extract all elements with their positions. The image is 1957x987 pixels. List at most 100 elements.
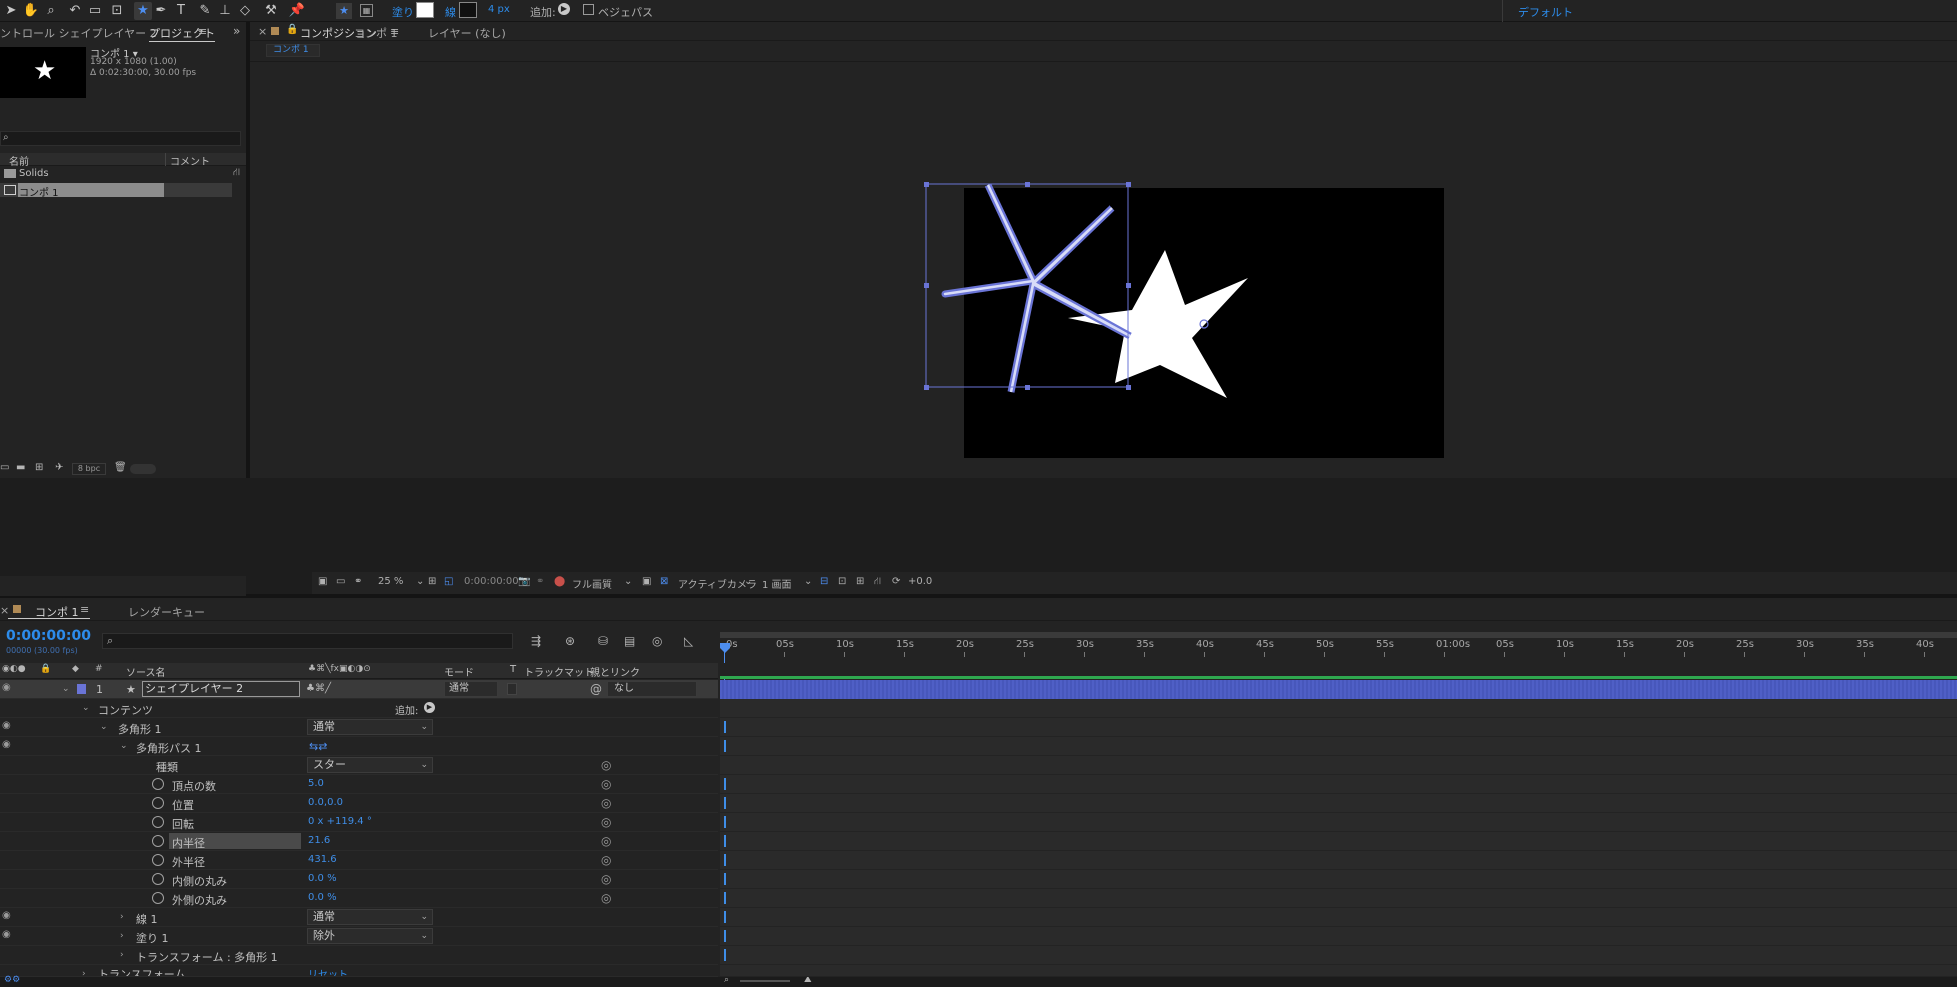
- layer-switches-icon[interactable]: ♣⌘╱: [306, 683, 331, 694]
- project-settings-icon[interactable]: ✈: [55, 462, 63, 473]
- rotation-value[interactable]: 0 x +119.4 °: [308, 816, 372, 827]
- property-track[interactable]: [720, 965, 1957, 977]
- transform-row[interactable]: › トランスフォーム リセット: [0, 965, 718, 977]
- rounded-rect-icon[interactable]: ▦: [360, 4, 373, 17]
- polygon-group-row[interactable]: ◉ ⌄ 多角形 1 通常 ⌄: [0, 718, 718, 737]
- visibility-eye-icon[interactable]: ◉: [2, 720, 11, 731]
- inner-roundness-value[interactable]: 0.0 %: [308, 873, 337, 884]
- property-track[interactable]: [720, 851, 1957, 870]
- close-tab-icon[interactable]: ×: [258, 25, 267, 38]
- stroke-row[interactable]: ◉ › 線 1 通常 ⌄: [0, 908, 718, 927]
- add-arrow-icon[interactable]: ▶: [424, 702, 435, 713]
- playhead[interactable]: [720, 633, 730, 653]
- puppet-tool-icon[interactable]: 📌: [288, 2, 306, 20]
- exposure-value[interactable]: +0.0: [908, 576, 932, 587]
- stopwatch-icon[interactable]: [152, 797, 164, 809]
- show-snapshot-icon[interactable]: ⚭: [536, 576, 544, 587]
- expression-icon[interactable]: ◎: [601, 758, 611, 772]
- type-row[interactable]: 種類 スター ⌄ ◎: [0, 756, 718, 775]
- viewer-timecode[interactable]: 0:00:00:00: [464, 576, 519, 587]
- property-track[interactable]: [720, 946, 1957, 965]
- timeline-search-input[interactable]: ⌕: [102, 633, 513, 649]
- chevron-down-icon[interactable]: ⌄: [624, 576, 632, 587]
- position-row[interactable]: 位置 0.0,0.0 ◎: [0, 794, 718, 813]
- inner-roundness-row[interactable]: 内側の丸み 0.0 % ◎: [0, 870, 718, 889]
- col-mode[interactable]: モード: [444, 664, 474, 679]
- monitor-icon[interactable]: ▭: [336, 576, 345, 587]
- project-item-solids[interactable]: Solids ⛙: [0, 167, 246, 183]
- interpret-footage-icon[interactable]: ▭: [0, 462, 9, 473]
- new-comp-icon[interactable]: ⊞: [35, 462, 43, 473]
- rotate-tool-icon[interactable]: ↶: [66, 2, 84, 20]
- stopwatch-icon[interactable]: [152, 816, 164, 828]
- project-item-comp[interactable]: コンポ 1: [0, 183, 232, 199]
- property-track[interactable]: [720, 718, 1957, 737]
- property-track[interactable]: [720, 737, 1957, 756]
- thumbnail-slider[interactable]: [130, 464, 156, 474]
- frame-blending-icon[interactable]: ▤: [624, 634, 635, 648]
- tab-effect-controls[interactable]: ントロール シェイプレイヤー 2: [0, 25, 157, 41]
- roto-brush-tool-icon[interactable]: ⚒: [262, 2, 280, 20]
- grid-guide-icon[interactable]: ⊞: [428, 576, 436, 587]
- always-preview-icon[interactable]: ▣: [318, 576, 327, 587]
- shy-layers-icon[interactable]: ⛁: [598, 634, 608, 648]
- chevron-down-icon[interactable]: ⌄: [804, 576, 812, 587]
- graph-editor-icon[interactable]: ◺: [684, 634, 693, 648]
- chevron-down-icon[interactable]: ⌄: [744, 576, 752, 587]
- property-track[interactable]: [720, 832, 1957, 851]
- visibility-eye-icon[interactable]: ◉: [2, 910, 11, 921]
- label-icon[interactable]: ◆: [72, 664, 79, 674]
- path-direction-icon[interactable]: ⇆⇄: [309, 740, 327, 753]
- col-comment[interactable]: コメント: [170, 153, 210, 168]
- transparency-grid-icon[interactable]: ⊠: [660, 576, 668, 587]
- col-name[interactable]: 名前: [9, 153, 29, 168]
- camera-tool-icon[interactable]: ▭: [86, 2, 104, 20]
- preserve-transparency-checkbox[interactable]: [507, 683, 517, 695]
- flowchart-icon[interactable]: ⛙: [233, 167, 240, 180]
- close-tab-icon[interactable]: ×: [0, 604, 9, 617]
- timeline-zoom-slider[interactable]: [740, 980, 790, 982]
- stopwatch-icon[interactable]: [152, 854, 164, 866]
- reset-exposure-icon[interactable]: ⟳: [892, 576, 900, 587]
- inner-radius-row[interactable]: 内半径 21.6 ◎: [0, 832, 718, 851]
- panel-menu-icon[interactable]: ≡: [80, 603, 89, 616]
- chevron-down-icon[interactable]: ⌄: [416, 576, 424, 587]
- resolution-select[interactable]: フル画質: [572, 576, 612, 591]
- clone-stamp-tool-icon[interactable]: ⊥: [216, 2, 234, 20]
- stopwatch-icon[interactable]: [152, 778, 164, 790]
- property-track[interactable]: [720, 889, 1957, 908]
- transform-reset-link[interactable]: リセット: [308, 966, 348, 976]
- transform-polygon-row[interactable]: › トランスフォーム : 多角形 1: [0, 946, 718, 965]
- layer-name[interactable]: シェイプレイヤー 2: [142, 681, 300, 697]
- position-value[interactable]: 0.0,0.0: [308, 797, 343, 808]
- snapshot-icon[interactable]: 📷: [518, 576, 530, 587]
- contents-row[interactable]: ⌄ コンテンツ 追加: ▶: [0, 699, 718, 718]
- panel-menu-icon[interactable]: ≡: [198, 25, 207, 38]
- col-track-matte[interactable]: トラックマット: [524, 664, 594, 679]
- toggle-pixel-aspect-icon[interactable]: ⊟: [820, 576, 828, 587]
- tab-layer[interactable]: レイヤー (なし): [428, 25, 506, 41]
- col-t[interactable]: T: [510, 664, 516, 675]
- visibility-eye-icon[interactable]: ◉: [2, 682, 11, 693]
- expand-arrow-icon[interactable]: ⌄: [82, 703, 90, 713]
- bezier-checkbox[interactable]: [583, 4, 594, 15]
- polygon-mode-select[interactable]: 通常 ⌄: [307, 719, 433, 735]
- timeline-timecode[interactable]: 0:00:00:00: [6, 628, 91, 644]
- outer-radius-value[interactable]: 431.6: [308, 854, 337, 865]
- col-parent[interactable]: 親とリンク: [590, 664, 640, 679]
- property-track[interactable]: [720, 756, 1957, 775]
- expand-arrow-icon[interactable]: ›: [82, 969, 86, 976]
- stopwatch-icon[interactable]: [152, 892, 164, 904]
- star-tool-icon[interactable]: ★: [134, 2, 152, 20]
- zoom-tool-icon[interactable]: ⌕: [42, 2, 60, 20]
- work-area-bar[interactable]: [720, 632, 1957, 638]
- expression-icon[interactable]: ◎: [601, 891, 611, 905]
- lock-icon[interactable]: 🔒: [286, 24, 298, 35]
- fill-mode-select[interactable]: 除外 ⌄: [307, 928, 433, 944]
- comp-mini-flowchart-icon[interactable]: ⇶: [531, 634, 541, 648]
- brush-tool-icon[interactable]: ✎: [196, 2, 214, 20]
- stroke-mode-select[interactable]: 通常 ⌄: [307, 909, 433, 925]
- property-track[interactable]: [720, 794, 1957, 813]
- outer-roundness-row[interactable]: 外側の丸み 0.0 % ◎: [0, 889, 718, 908]
- col-source-name[interactable]: ソース名: [126, 664, 166, 679]
